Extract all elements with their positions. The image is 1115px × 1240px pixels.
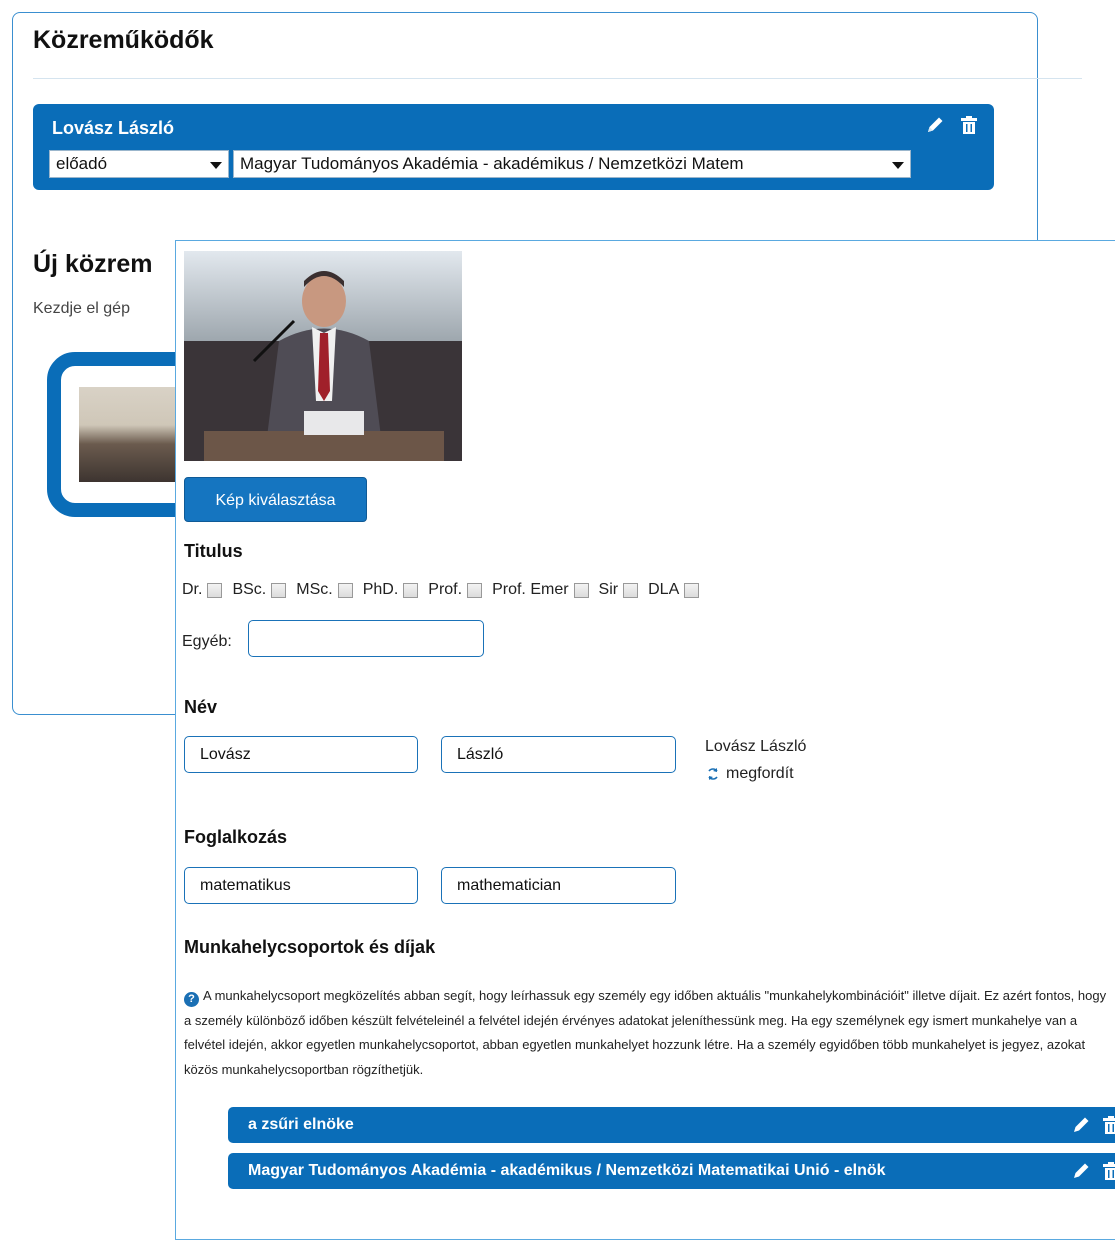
title-option-dr[interactable]: Dr. bbox=[182, 581, 223, 599]
page-title: Közreműködők bbox=[33, 26, 214, 54]
edit-pencil-icon[interactable] bbox=[924, 114, 946, 136]
new-contributor-hint: Kezdje el gép bbox=[33, 300, 130, 317]
person-photo bbox=[184, 251, 462, 461]
new-contributor-title: Új közrem bbox=[33, 250, 153, 278]
choose-image-button[interactable]: Kép kiválasztása bbox=[184, 477, 367, 522]
workgroup-row: Magyar Tudományos Akadémia - akadémikus … bbox=[228, 1153, 1115, 1189]
title-option-prof-emer[interactable]: Prof. Emer bbox=[492, 581, 589, 599]
person-editor-dialog: Kép kiválasztása Titulus Dr. BSc. MSc. P… bbox=[175, 240, 1115, 1240]
checkbox[interactable] bbox=[403, 582, 419, 598]
title-option-phd[interactable]: PhD. bbox=[363, 581, 419, 599]
title-label: MSc. bbox=[296, 581, 333, 598]
title-option-msc[interactable]: MSc. bbox=[296, 581, 353, 599]
edit-pencil-icon[interactable] bbox=[1070, 1160, 1092, 1182]
workgroup-row: a zsűri elnöke bbox=[228, 1107, 1115, 1143]
workgroups-info-text: A munkahelycsoport megközelítés abban se… bbox=[184, 988, 1107, 1077]
title-option-dla[interactable]: DLA bbox=[648, 581, 700, 599]
delete-trash-icon[interactable] bbox=[958, 114, 980, 136]
affiliation-select-value: Magyar Tudományos Akadémia - akadémikus … bbox=[240, 154, 744, 173]
workgroup-label: Magyar Tudományos Akadémia - akadémikus … bbox=[248, 1162, 886, 1179]
title-label: BSc. bbox=[232, 581, 267, 598]
checkbox[interactable] bbox=[207, 582, 223, 598]
checkbox[interactable] bbox=[271, 582, 287, 598]
contributor-row: Lovász László előadó Magyar Tudományos A… bbox=[33, 104, 994, 190]
workgroup-actions bbox=[1070, 1114, 1115, 1136]
name-heading: Név bbox=[184, 697, 218, 717]
title-label: DLA bbox=[648, 581, 680, 598]
swap-icon bbox=[708, 768, 718, 780]
checkbox[interactable] bbox=[573, 582, 589, 598]
delete-trash-icon[interactable] bbox=[1100, 1114, 1115, 1136]
occupation-hu-input[interactable]: matematikus bbox=[184, 867, 418, 904]
name-preview: Lovász László bbox=[705, 738, 807, 755]
workgroups-info: ? A munkahelycsoport megközelítés abban s… bbox=[184, 984, 1114, 1082]
workgroups-heading: Munkahelycsoportok és díjak bbox=[184, 937, 436, 957]
titles-checkbox-group: Dr. BSc. MSc. PhD. Prof. Prof. Emer Sir … bbox=[182, 581, 709, 599]
title-option-bsc[interactable]: BSc. bbox=[232, 581, 287, 599]
title-label: Dr. bbox=[182, 581, 203, 598]
checkbox[interactable] bbox=[337, 582, 353, 598]
last-name-input[interactable]: Lovász bbox=[184, 736, 418, 773]
flip-name-label: megfordít bbox=[726, 765, 794, 782]
occupation-en-input[interactable]: mathematician bbox=[441, 867, 676, 904]
affiliation-select[interactable]: Magyar Tudományos Akadémia - akadémikus … bbox=[233, 150, 911, 178]
help-icon: ? bbox=[184, 992, 199, 1007]
checkbox[interactable] bbox=[467, 582, 483, 598]
chevron-down-icon bbox=[210, 162, 222, 169]
title-option-prof[interactable]: Prof. bbox=[428, 581, 483, 599]
titles-heading: Titulus bbox=[184, 541, 243, 561]
checkbox[interactable] bbox=[684, 582, 700, 598]
workgroup-label: a zsűri elnöke bbox=[248, 1116, 354, 1133]
edit-pencil-icon[interactable] bbox=[1070, 1114, 1092, 1136]
title-label: Prof. Emer bbox=[492, 581, 569, 598]
role-select[interactable]: előadó bbox=[49, 150, 229, 178]
flip-name-link[interactable]: megfordít bbox=[706, 765, 794, 783]
first-name-input[interactable]: László bbox=[441, 736, 676, 773]
contributor-name: Lovász László bbox=[52, 118, 175, 138]
title-label: Sir bbox=[598, 581, 619, 598]
delete-trash-icon[interactable] bbox=[1100, 1160, 1115, 1182]
title-label: Prof. bbox=[428, 581, 463, 598]
checkbox[interactable] bbox=[623, 582, 639, 598]
contributor-actions bbox=[924, 114, 980, 136]
other-title-label: Egyéb: bbox=[182, 633, 232, 650]
occupation-heading: Foglalkozás bbox=[184, 827, 288, 847]
chevron-down-icon bbox=[892, 162, 904, 169]
title-label: PhD. bbox=[362, 581, 399, 598]
workgroup-actions bbox=[1070, 1160, 1115, 1182]
other-title-input[interactable] bbox=[248, 620, 484, 657]
divider bbox=[33, 78, 1082, 79]
title-option-sir[interactable]: Sir bbox=[599, 581, 639, 599]
role-select-value: előadó bbox=[56, 154, 108, 173]
video-thumbnail bbox=[79, 387, 189, 482]
speaker-photo-image bbox=[184, 251, 462, 461]
